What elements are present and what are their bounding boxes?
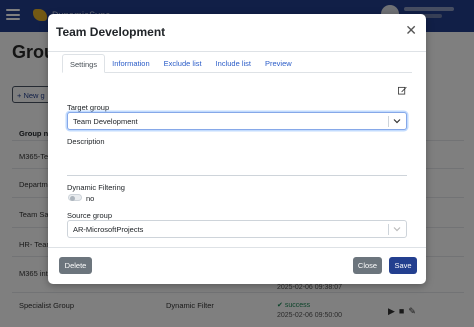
- save-button[interactable]: Save: [389, 257, 417, 274]
- target-group-select[interactable]: Team Development: [67, 112, 407, 130]
- chevron-down-icon[interactable]: [392, 116, 402, 126]
- target-group-value: Team Development: [73, 117, 138, 126]
- target-group-label: Target group: [67, 103, 110, 112]
- modal-title: Team Development: [56, 25, 166, 39]
- edit-icon[interactable]: [398, 86, 407, 95]
- toggle-knob: [70, 195, 75, 201]
- chevron-down-icon[interactable]: [392, 224, 402, 234]
- source-group-label: Source group: [67, 211, 113, 220]
- modal-header-divider: [48, 51, 426, 52]
- modal-footer-divider: [48, 247, 426, 248]
- dynamic-filtering-value: no: [86, 194, 95, 203]
- close-button[interactable]: Close: [353, 257, 382, 274]
- tab-preview[interactable]: Preview: [258, 54, 299, 73]
- source-group-value: AR-MicrosoftProjects: [73, 225, 144, 234]
- tab-include-list[interactable]: Include list: [209, 54, 258, 73]
- tab-exclude-list[interactable]: Exclude list: [157, 54, 209, 73]
- modal-tabs: Settings Information Exclude list Includ…: [62, 54, 299, 73]
- tabs-divider: [62, 72, 412, 73]
- dynamic-filtering-label: Dynamic Filtering: [67, 183, 125, 192]
- description-textarea[interactable]: [67, 145, 407, 176]
- tab-settings[interactable]: Settings: [62, 54, 106, 73]
- delete-button[interactable]: Delete: [59, 257, 92, 274]
- close-icon[interactable]: ✕: [405, 23, 417, 37]
- select-separator: [388, 116, 389, 127]
- tab-information[interactable]: Information: [105, 54, 157, 73]
- select-separator: [388, 224, 389, 235]
- dynamic-filtering-toggle[interactable]: [68, 194, 82, 201]
- group-settings-modal: Team Development ✕ Settings Information …: [48, 14, 426, 284]
- source-group-select[interactable]: AR-MicrosoftProjects: [67, 220, 407, 238]
